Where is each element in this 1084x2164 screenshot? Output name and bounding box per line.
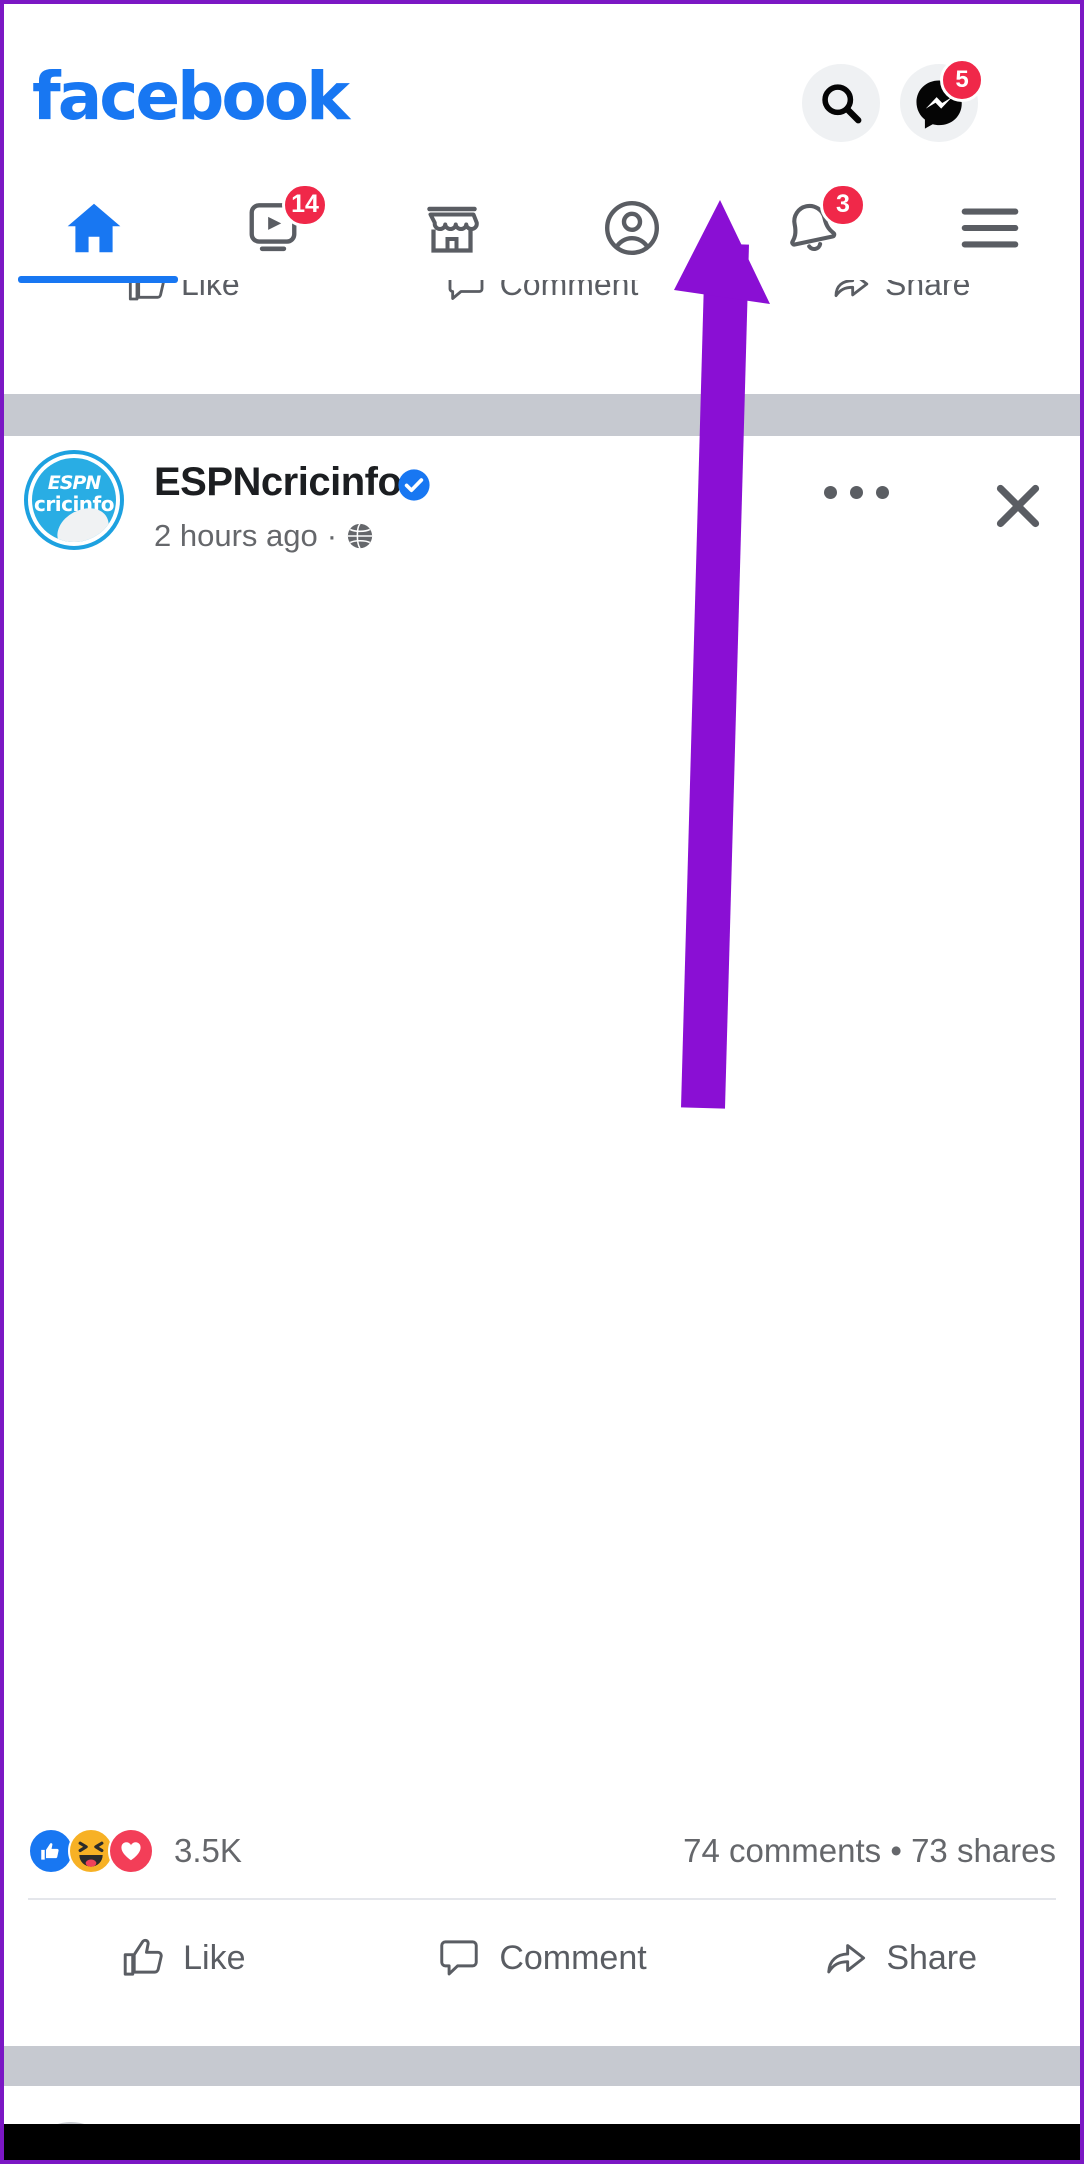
system-navigation-bar (4, 2124, 1080, 2160)
post-header: ESPN cricinfo ESPNcricinfo 2 hours ago · (4, 436, 1080, 566)
more-options-dot (850, 486, 863, 499)
app-header: facebook 5 (4, 4, 1080, 184)
share-label: Share (886, 1938, 978, 1977)
more-options-dot (876, 486, 889, 499)
comment-button[interactable]: Comment (363, 1936, 722, 1980)
search-button[interactable] (802, 64, 880, 142)
avatar[interactable]: ESPN cricinfo (24, 450, 124, 550)
active-tab-indicator (18, 276, 178, 283)
thumbs-up-icon (123, 1938, 163, 1976)
reaction-emoji-stack (28, 1828, 154, 1874)
share-button[interactable]: Share (721, 1936, 1080, 1980)
nav-item-marketplace[interactable] (363, 180, 542, 280)
facebook-logo[interactable]: facebook (32, 64, 350, 130)
post-card-espncricinfo: ESPN cricinfo ESPNcricinfo 2 hours ago · (4, 436, 1080, 2086)
reaction-count: 3.5K (174, 1832, 242, 1869)
post-author-name[interactable]: ESPNcricinfo (154, 460, 402, 505)
bell-icon: 3 (782, 182, 866, 262)
globe-icon (346, 522, 374, 550)
share-arrow-icon (827, 1944, 866, 1974)
nav-item-menu[interactable] (901, 180, 1080, 280)
comment-bubble-icon (440, 1940, 479, 1976)
reaction-love-icon (108, 1828, 154, 1874)
profile-icon (601, 197, 663, 264)
post-close-button[interactable] (990, 478, 1046, 534)
verified-badge-icon (397, 468, 431, 502)
more-options-dot (824, 486, 837, 499)
nav-item-home[interactable] (4, 180, 183, 280)
post-more-options-button[interactable] (824, 486, 889, 499)
post-reactions-row: 3.5K 74 comments • 73 shares (4, 1808, 1080, 1894)
home-icon (63, 197, 125, 264)
like-label: Like (183, 1938, 246, 1977)
video-icon: 14 (244, 182, 328, 262)
primary-nav-bar: 14 3 (4, 180, 1080, 280)
post-timestamp[interactable]: 2 hours ago (154, 518, 318, 554)
post-body[interactable] (4, 566, 1080, 1816)
feed-separator-bottom (4, 2046, 1080, 2088)
comment-label: Comment (499, 1938, 647, 1977)
video-badge: 14 (281, 182, 328, 227)
post-actions-row: Like Comment Share (4, 1906, 1080, 2010)
messenger-badge: 5 (940, 58, 984, 102)
messenger-button[interactable]: 5 (900, 58, 984, 142)
like-button[interactable]: Like (4, 1936, 363, 1980)
hamburger-icon (959, 204, 1021, 257)
avatar-brand-line1: ESPN (47, 472, 102, 494)
nav-item-notifications[interactable]: 3 (721, 180, 900, 280)
marketplace-icon (422, 198, 482, 263)
comments-shares-count[interactable]: 74 comments • 73 shares (683, 1808, 1056, 1894)
post-divider (28, 1898, 1056, 1900)
feed-separator-top (4, 394, 1080, 436)
facebook-mobile-screenshot: facebook 5 Like Comment Share 14 3 ESPN … (0, 0, 1084, 2164)
reaction-summary[interactable]: 3.5K (28, 1808, 242, 1894)
nav-item-profile[interactable] (542, 180, 721, 280)
notifications-badge: 3 (819, 182, 866, 227)
nav-item-video[interactable]: 14 (183, 180, 362, 280)
meta-separator: · (326, 518, 338, 553)
post-meta: 2 hours ago · (154, 518, 374, 554)
